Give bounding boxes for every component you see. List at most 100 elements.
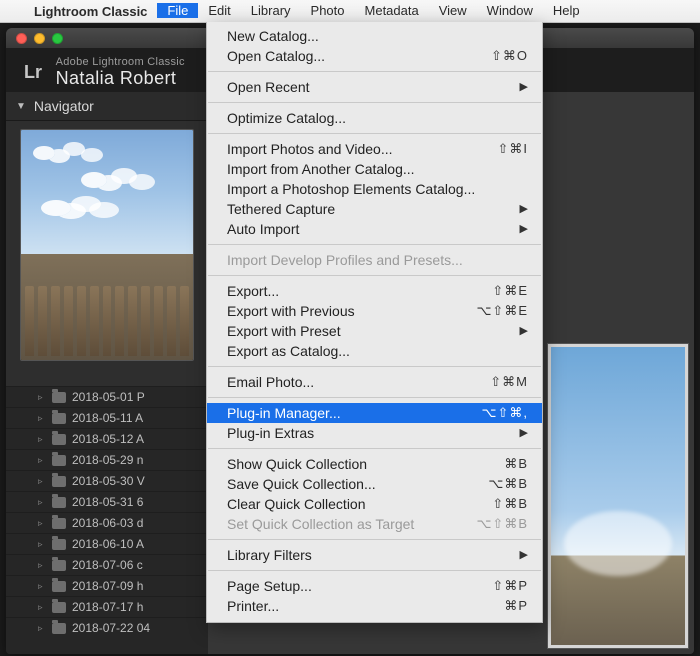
folder-icon xyxy=(52,518,66,529)
menu-item-label: Optimize Catalog... xyxy=(227,108,528,128)
menu-item-export-with-previous[interactable]: Export with Previous⌥⇧⌘E xyxy=(207,301,542,321)
menu-item-export[interactable]: Export...⇧⌘E xyxy=(207,281,542,301)
menu-item-plug-in-extras[interactable]: Plug-in Extras▶ xyxy=(207,423,542,443)
submenu-arrow-icon: ▶ xyxy=(518,199,528,219)
folder-row[interactable]: ▹2018-05-12 A xyxy=(6,428,208,449)
submenu-arrow-icon: ▶ xyxy=(518,545,528,565)
menu-item-label: Export as Catalog... xyxy=(227,341,528,361)
folder-icon xyxy=(52,560,66,571)
folder-row[interactable]: ▹2018-06-03 d xyxy=(6,512,208,533)
folder-icon xyxy=(52,623,66,634)
menu-item-save-quick-collection[interactable]: Save Quick Collection...⌥⌘B xyxy=(207,474,542,494)
menu-item-label: Clear Quick Collection xyxy=(227,494,492,514)
disclosure-triangle-icon: ▹ xyxy=(38,602,46,613)
file-menu-dropdown: New Catalog...Open Catalog...⇧⌘O Open Rec… xyxy=(206,22,543,623)
disclosure-triangle-icon: ▹ xyxy=(38,413,46,424)
left-panel: ▼ Navigator ▹2018-05-01 P▹2018-05-11 A▹2… xyxy=(6,92,209,654)
menu-separator xyxy=(208,133,541,134)
menu-item-import-a-photoshop-elements-catalog[interactable]: Import a Photoshop Elements Catalog... xyxy=(207,179,542,199)
menu-item-printer[interactable]: Printer...⌘P xyxy=(207,596,542,616)
menu-item-clear-quick-collection[interactable]: Clear Quick Collection⇧⌘B xyxy=(207,494,542,514)
menu-item-auto-import[interactable]: Auto Import▶ xyxy=(207,219,542,239)
folder-row[interactable]: ▹2018-07-09 h xyxy=(6,575,208,596)
menu-item-label: Show Quick Collection xyxy=(227,454,504,474)
menu-item-shortcut: ⌥⌘B xyxy=(488,474,528,494)
folder-row[interactable]: ▹2018-06-10 A xyxy=(6,533,208,554)
menu-item-tethered-capture[interactable]: Tethered Capture▶ xyxy=(207,199,542,219)
menu-item-shortcut: ⌥⇧⌘, xyxy=(482,403,529,423)
disclosure-triangle-icon: ▹ xyxy=(38,434,46,445)
menubar-item-metadata[interactable]: Metadata xyxy=(355,3,429,18)
menu-item-open-recent[interactable]: Open Recent▶ xyxy=(207,77,542,97)
disclosure-triangle-icon: ▹ xyxy=(38,476,46,487)
submenu-arrow-icon: ▶ xyxy=(518,77,528,97)
menubar-item-edit[interactable]: Edit xyxy=(198,3,240,18)
menubar-item-view[interactable]: View xyxy=(429,3,477,18)
menu-item-library-filters[interactable]: Library Filters▶ xyxy=(207,545,542,565)
menu-item-page-setup[interactable]: Page Setup...⇧⌘P xyxy=(207,576,542,596)
folder-icon xyxy=(52,434,66,445)
menu-item-label: Open Recent xyxy=(227,77,518,97)
menu-item-label: Tethered Capture xyxy=(227,199,518,219)
menu-item-label: Plug-in Manager... xyxy=(227,403,482,423)
menu-separator xyxy=(208,448,541,449)
menu-item-label: Open Catalog... xyxy=(227,46,491,66)
folder-row[interactable]: ▹2018-05-30 V xyxy=(6,470,208,491)
loupe-photo[interactable] xyxy=(548,344,688,648)
folder-name: 2018-05-01 P xyxy=(72,390,145,404)
window-close-icon[interactable] xyxy=(16,33,27,44)
disclosure-triangle-icon: ▹ xyxy=(38,539,46,550)
menubar-item-file[interactable]: File xyxy=(157,3,198,18)
folder-row[interactable]: ▹2018-05-29 n xyxy=(6,449,208,470)
menu-item-label: Plug-in Extras xyxy=(227,423,518,443)
menu-item-new-catalog[interactable]: New Catalog... xyxy=(207,26,542,46)
menubar-item-window[interactable]: Window xyxy=(477,3,543,18)
menubar-item-photo[interactable]: Photo xyxy=(301,3,355,18)
menu-item-shortcut: ⌘B xyxy=(504,454,528,474)
menu-item-import-from-another-catalog[interactable]: Import from Another Catalog... xyxy=(207,159,542,179)
folder-icon xyxy=(52,413,66,424)
folder-row[interactable]: ▹2018-05-01 P xyxy=(6,386,208,407)
folder-row[interactable]: ▹2018-05-11 A xyxy=(6,407,208,428)
menubar-item-library[interactable]: Library xyxy=(241,3,301,18)
menu-item-export-with-preset[interactable]: Export with Preset▶ xyxy=(207,321,542,341)
navigator-title: Navigator xyxy=(34,98,94,114)
folder-row[interactable]: ▹2018-07-22 04 xyxy=(6,617,208,638)
menu-item-shortcut: ⇧⌘P xyxy=(492,576,528,596)
menu-item-shortcut: ⇧⌘I xyxy=(497,139,528,159)
menu-item-label: Export with Previous xyxy=(227,301,476,321)
menu-item-export-as-catalog[interactable]: Export as Catalog... xyxy=(207,341,542,361)
menu-separator xyxy=(208,366,541,367)
menu-item-optimize-catalog[interactable]: Optimize Catalog... xyxy=(207,108,542,128)
menubar-app-name[interactable]: Lightroom Classic xyxy=(24,4,157,19)
menu-item-show-quick-collection[interactable]: Show Quick Collection⌘B xyxy=(207,454,542,474)
menu-item-shortcut: ⌥⇧⌘B xyxy=(476,514,528,534)
navigator-panel-header[interactable]: ▼ Navigator xyxy=(6,92,208,121)
menu-item-label: Email Photo... xyxy=(227,372,490,392)
window-minimize-icon[interactable] xyxy=(34,33,45,44)
navigator-thumbnail[interactable] xyxy=(20,129,194,361)
disclosure-triangle-icon: ▹ xyxy=(38,497,46,508)
menubar-item-help[interactable]: Help xyxy=(543,3,590,18)
folder-row[interactable]: ▹2018-07-17 h xyxy=(6,596,208,617)
disclosure-triangle-icon: ▼ xyxy=(16,101,26,112)
identity-product-name: Adobe Lightroom Classic xyxy=(56,56,185,68)
menu-separator xyxy=(208,539,541,540)
menu-item-shortcut: ⇧⌘M xyxy=(490,372,528,392)
menu-item-label: Auto Import xyxy=(227,219,518,239)
folder-name: 2018-07-22 04 xyxy=(72,621,150,635)
folder-row[interactable]: ▹2018-05-31 6 xyxy=(6,491,208,512)
menu-separator xyxy=(208,275,541,276)
menu-item-label: Import from Another Catalog... xyxy=(227,159,528,179)
menu-separator xyxy=(208,397,541,398)
menu-item-import-photos-and-video[interactable]: Import Photos and Video...⇧⌘I xyxy=(207,139,542,159)
menu-separator xyxy=(208,244,541,245)
folder-row[interactable]: ▹2018-07-06 c xyxy=(6,554,208,575)
menu-item-plug-in-manager[interactable]: Plug-in Manager...⌥⇧⌘, xyxy=(207,403,542,423)
window-zoom-icon[interactable] xyxy=(52,33,63,44)
menu-item-label: New Catalog... xyxy=(227,26,528,46)
menu-item-set-quick-collection-as-target: Set Quick Collection as Target⌥⇧⌘B xyxy=(207,514,542,534)
menu-item-email-photo[interactable]: Email Photo...⇧⌘M xyxy=(207,372,542,392)
mac-menubar: Lightroom Classic FileEditLibraryPhotoMe… xyxy=(0,0,700,22)
menu-item-open-catalog[interactable]: Open Catalog...⇧⌘O xyxy=(207,46,542,66)
